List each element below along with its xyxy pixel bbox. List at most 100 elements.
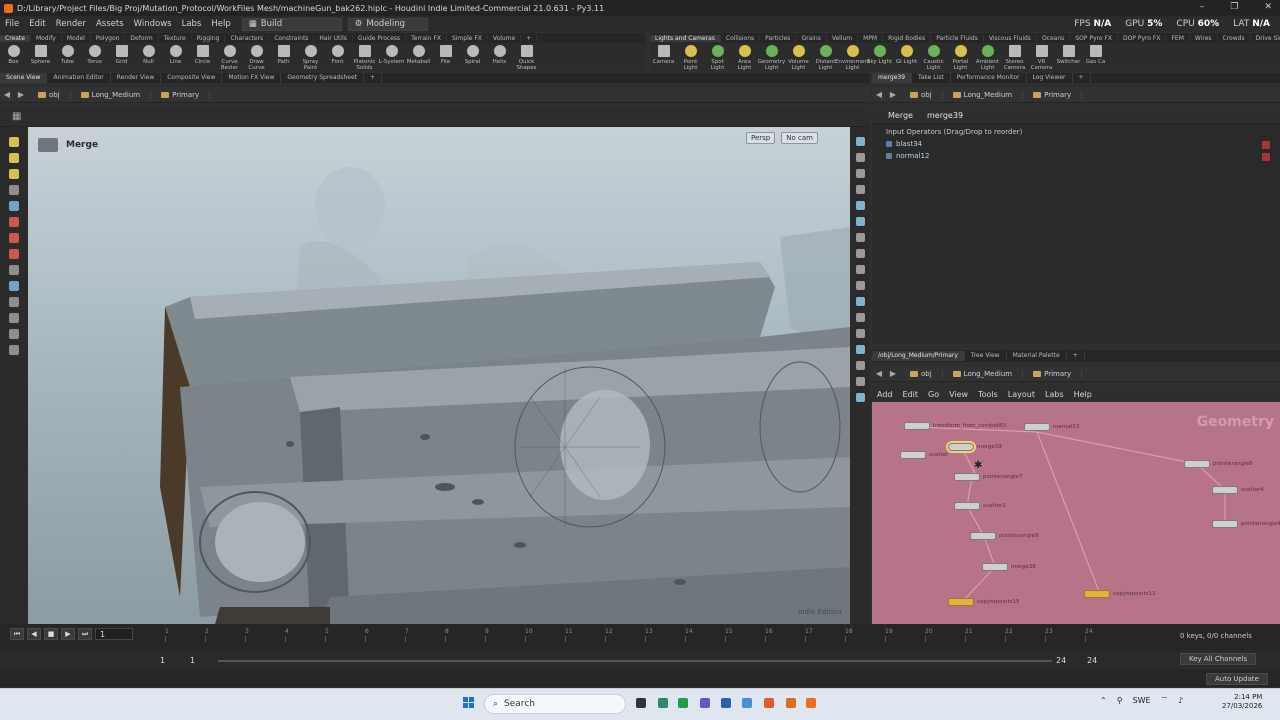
shelf-tab[interactable]: MPM (858, 34, 884, 42)
scene-viewport[interactable] (0, 127, 850, 624)
breadcrumb-long-medium[interactable]: Long_Medium (943, 369, 1024, 378)
grid-icon[interactable] (855, 345, 865, 354)
shelf-tab[interactable]: Characters (225, 34, 270, 42)
language-indicator[interactable]: SWE (1133, 696, 1151, 705)
forward-icon[interactable]: ▶ (886, 369, 900, 378)
grid-menu-icon[interactable]: ▦ (12, 111, 21, 122)
shelf-tab[interactable]: Particle Fluids (931, 34, 984, 42)
range-end-field-2[interactable]: 24 (1087, 656, 1097, 665)
camera-menu[interactable]: No cam (781, 132, 818, 144)
pose-tool-icon[interactable] (9, 265, 19, 275)
pane-tab[interactable]: Material Palette (1007, 351, 1067, 361)
pane-tab[interactable]: /obj/Long_Medium/Primary (872, 351, 965, 361)
shelf-tab[interactable]: Particles (760, 34, 797, 42)
network-node[interactable]: transform_from_combat83 (904, 422, 1006, 430)
brush-tool-icon[interactable] (9, 169, 19, 179)
shelf-tool-button[interactable]: Gas Ca (1082, 45, 1109, 65)
auto-update-button[interactable]: Auto Update (1206, 673, 1268, 685)
shelf-tool-button[interactable]: Circle (189, 45, 216, 65)
visibility-icon[interactable] (9, 329, 19, 339)
shelf-tool-button[interactable]: Switcher (1055, 45, 1082, 65)
back-icon[interactable]: ◀ (0, 90, 14, 99)
input-operator-item[interactable]: blast34 (886, 140, 922, 148)
shading-icon[interactable] (855, 185, 865, 194)
shelf-tool-button[interactable]: Font (324, 45, 351, 65)
point-numbers-icon[interactable] (855, 281, 865, 290)
shelf-tool-button[interactable]: Grid (108, 45, 135, 65)
network-editor[interactable]: Geometry transform_from_combat83 scatter… (872, 402, 1280, 624)
network-status-icon[interactable]: ⚲ (1117, 696, 1123, 705)
pane-tab[interactable]: Geometry Spreadsheet (281, 73, 364, 83)
taskbar-clock[interactable]: 2:14 PM 27/03/2026 (1222, 693, 1262, 711)
handle-tool-icon[interactable] (9, 137, 19, 147)
shelf-tab[interactable]: Simple FX (447, 34, 488, 42)
pane-tab[interactable]: Animation Editor (47, 73, 111, 83)
breadcrumb-obj[interactable]: obj (900, 369, 943, 378)
shelf-set-selector[interactable]: ⚙ Modeling (347, 17, 428, 31)
shelf-tool-button[interactable]: Volume Light (785, 45, 812, 71)
breadcrumb-primary[interactable]: Primary (1023, 90, 1083, 99)
guide-icon[interactable] (855, 313, 865, 322)
shelf-tab[interactable]: Constraints (269, 34, 315, 42)
flipbook-icon[interactable] (855, 377, 865, 386)
menu-assets[interactable]: Assets (91, 19, 129, 29)
pane-tab[interactable]: + (364, 73, 383, 83)
play-icon[interactable]: ▶ (61, 628, 75, 640)
network-node[interactable]: scatter (900, 451, 948, 459)
normals-icon[interactable] (855, 249, 865, 258)
shelf-tool-button[interactable]: VR Camera (1028, 45, 1055, 71)
template-icon[interactable] (855, 297, 865, 306)
network-menu-item[interactable]: Help (1069, 390, 1097, 399)
shelf-tab[interactable]: Wires (1190, 34, 1218, 42)
persp-menu[interactable]: Persp (746, 132, 776, 144)
task-view-icon[interactable] (636, 698, 646, 708)
shelf-tab[interactable]: Model (62, 34, 91, 42)
network-node[interactable]: scatter4 (1212, 486, 1264, 494)
shelf-tool-button[interactable]: Caustic Light (920, 45, 947, 71)
shelf-tab[interactable]: Drive Simulation (1251, 35, 1280, 42)
range-start-field[interactable]: 1 (160, 656, 165, 665)
background-icon[interactable] (855, 329, 865, 338)
points-icon[interactable] (855, 233, 865, 242)
shelf-tool-button[interactable]: Platonic Solids (351, 45, 378, 71)
menu-file[interactable]: File (0, 19, 24, 29)
range-slider[interactable] (218, 660, 1052, 662)
rotate-tool-icon[interactable] (9, 233, 19, 243)
network-node[interactable]: copytopoints13 (1084, 590, 1156, 598)
network-node[interactable]: copytopoints15 (948, 598, 1020, 606)
network-menu-item[interactable]: Edit (898, 390, 924, 399)
browser-icon[interactable] (764, 698, 774, 708)
pane-tab[interactable]: Scene View (0, 73, 48, 83)
shelf-tab[interactable]: Guide Process (353, 34, 407, 42)
menu-render[interactable]: Render (51, 19, 91, 29)
shelf-tab[interactable]: Volume (488, 34, 522, 42)
app-icon[interactable] (658, 698, 668, 708)
breadcrumb-primary[interactable]: Primary (1023, 369, 1083, 378)
shelf-tab[interactable]: Polygon (91, 34, 126, 42)
pane-tab[interactable]: Composite View (161, 73, 223, 83)
network-menu-item[interactable]: Layout (1003, 390, 1040, 399)
node-name-field[interactable]: merge39 (927, 111, 963, 120)
shelf-tool-button[interactable]: GI Light (893, 45, 920, 65)
app-icon[interactable] (700, 698, 710, 708)
step-back-icon[interactable]: ◀ (27, 628, 41, 640)
ghost-icon[interactable] (855, 217, 865, 226)
shelf-tool-button[interactable]: Spot Light (704, 45, 731, 71)
pane-tab[interactable]: + (1073, 73, 1091, 83)
network-menu-item[interactable]: View (944, 390, 973, 399)
start-button-icon[interactable] (463, 697, 475, 709)
pane-tab[interactable]: Motion FX View (222, 73, 282, 83)
shelf-tab[interactable]: Vellum (827, 34, 859, 42)
shelf-tool-button[interactable]: Portal Light (947, 45, 974, 71)
breadcrumb-long-medium[interactable]: Long_Medium (943, 90, 1024, 99)
network-node[interactable]: merge38 (982, 563, 1036, 571)
shelf-tool-button[interactable]: Spiral (459, 45, 486, 65)
shelf-tool-button[interactable]: Quick Shapes (513, 45, 540, 71)
safe-area-icon[interactable] (855, 361, 865, 370)
network-menu-item[interactable]: Go (923, 390, 944, 399)
shelf-tool-button[interactable]: Metaball (405, 45, 432, 65)
app-icon[interactable] (678, 698, 688, 708)
light-icon[interactable] (855, 169, 865, 178)
network-node[interactable]: normal13 (1024, 423, 1079, 431)
shelf-tab[interactable]: Rigging (192, 34, 226, 42)
